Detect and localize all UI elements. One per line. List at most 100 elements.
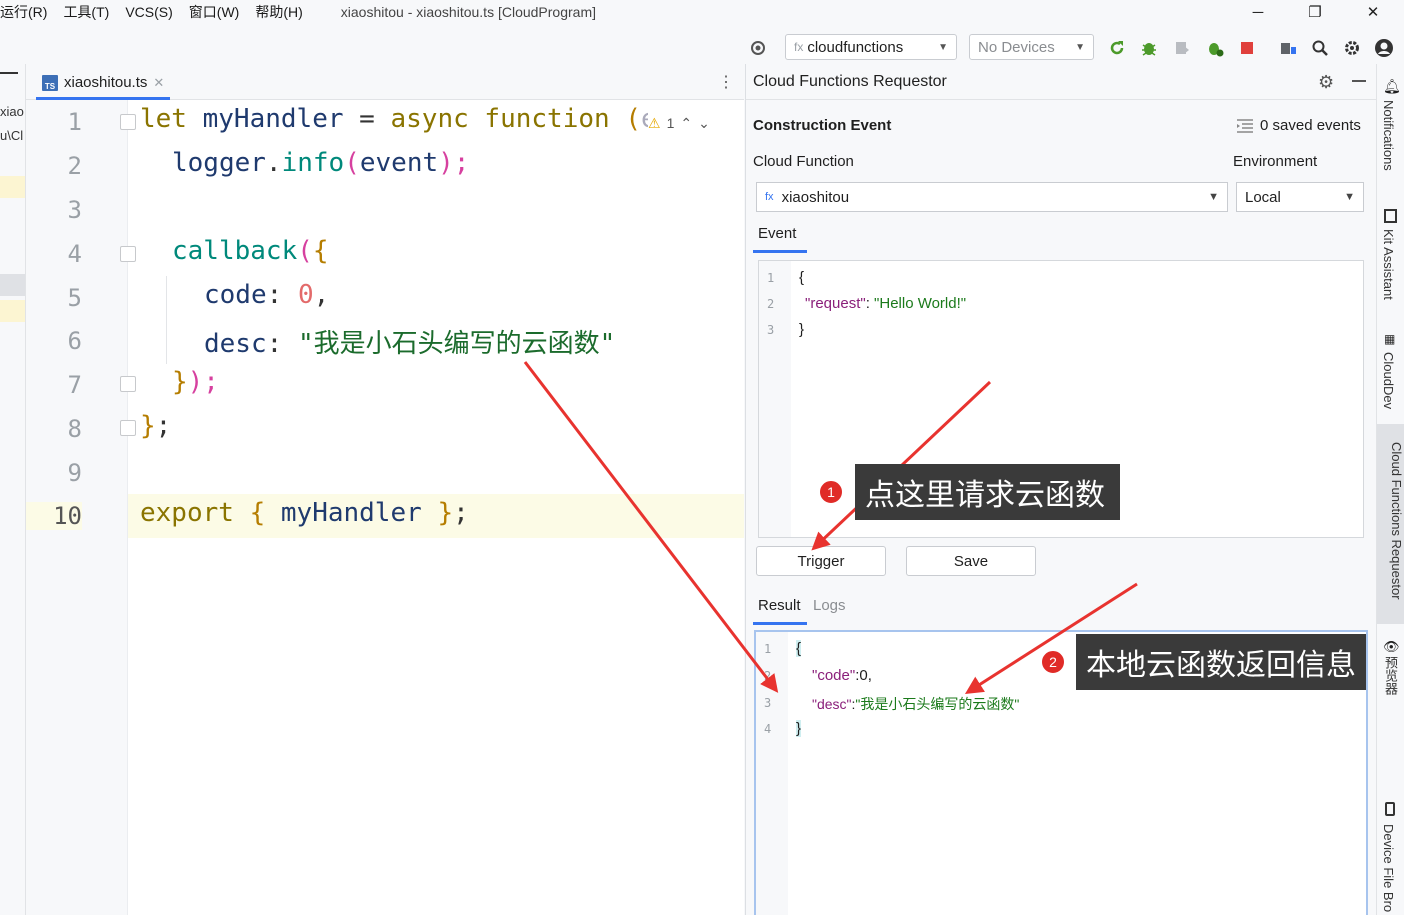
fold-end-icon[interactable] [120,420,136,436]
tool-tab-kit-assistant[interactable]: Kit Assistant [1381,229,1396,300]
save-button[interactable]: Save [906,546,1036,576]
fold-end-icon[interactable] [120,376,136,392]
highlight-marker [0,300,25,322]
previous-highlight-icon[interactable]: ⌃ [680,115,692,132]
bell-icon: 🔔︎ [1383,78,1401,94]
line-number: 9 [67,459,82,487]
cloud-function-select[interactable]: fx xiaoshitou ▼ [756,182,1228,212]
panel-title: Cloud Functions Requestor [753,72,947,90]
menu-help[interactable]: 帮助(H) [247,2,310,22]
search-icon[interactable] [1310,38,1330,58]
menu-bar: 运行(R) 工具(T) VCS(S) 窗口(W) 帮助(H) xiaoshito… [0,0,1404,24]
section-title: Construction Event [753,117,892,134]
json-line: "request": "Hello World!" [805,295,967,312]
cloud-function-value: xiaoshitou [781,188,850,206]
line-number: 4 [67,240,82,268]
target-icon[interactable] [748,38,768,58]
line-number: 5 [67,284,82,312]
line-number: 1 [767,271,775,285]
json-line: { [796,640,802,657]
profile-icon[interactable] [1205,38,1225,58]
editor-gutter: 1 2 3 4 5 6 7 8 9 10 [26,100,128,915]
restore-button[interactable]: ❐ [1292,0,1338,24]
line-number: 4 [764,722,772,736]
hide-panel-icon[interactable] [1352,80,1366,82]
selected-marker [0,274,25,296]
typescript-file-icon: TS [42,74,58,91]
code-line-10: export { myHandler }; [140,498,469,528]
menu-run[interactable]: 运行(R) [0,2,55,22]
code-line-8: }; [140,411,172,441]
line-number: 2 [67,152,82,180]
code-line-1: let myHandler = async function (event [140,104,719,134]
line-number: 8 [67,415,82,443]
json-line: { [799,269,805,286]
account-icon[interactable] [1374,38,1394,58]
project-panel-strip[interactable]: xiao u\Cl [0,64,26,915]
editor-tab-xiaoshitou[interactable]: TS xiaoshitou.ts ✕ [36,68,171,100]
tool-tab-clouddev[interactable]: CloudDev [1381,352,1396,409]
cloud-function-label: Cloud Function [753,153,854,170]
tool-tab-previewer[interactable]: 预览器 [1381,656,1400,695]
device-label: No Devices [978,38,1055,56]
environment-label: Environment [1233,153,1318,170]
close-tab-icon[interactable]: ✕ [153,75,164,91]
indent-guide [166,276,167,364]
attach-debugger-icon[interactable] [1172,38,1192,58]
tab-event[interactable]: Event [758,225,796,242]
menu-window[interactable]: 窗口(W) [181,2,248,22]
tab-logs[interactable]: Logs [813,597,846,614]
environment-select[interactable]: Local ▼ [1236,182,1364,212]
highlight-marker [0,176,25,198]
tab-result[interactable]: Result [758,597,801,614]
minimize-button[interactable]: ─ [1235,0,1281,24]
line-number: 1 [764,642,772,656]
debug-icon[interactable] [1139,38,1159,58]
chevron-down-icon: ▼ [1344,191,1355,203]
settings-icon[interactable] [1342,38,1362,58]
collapse-icon[interactable] [0,72,18,74]
device-select[interactable]: No Devices ▼ [969,34,1094,60]
line-number: 6 [67,327,82,355]
inspection-widget[interactable]: ⚠ 1 ⌃ ⌄ [648,108,740,138]
saved-events-link[interactable]: 0 saved events [1236,117,1361,134]
panel-header: Cloud Functions Requestor ⚙ [746,64,1376,100]
gear-icon[interactable]: ⚙ [1318,72,1334,93]
line-number: 10 [26,502,82,530]
fold-marker-icon[interactable] [120,114,136,130]
menu-vcs[interactable]: VCS(S) [117,4,180,20]
line-number: 7 [67,371,82,399]
tool-tab-notifications[interactable]: Notifications [1381,100,1396,171]
json-line: "code":0, [812,667,872,684]
json-line: } [796,720,802,737]
fold-marker-icon[interactable] [120,246,136,262]
trigger-button[interactable]: Trigger [756,546,886,576]
project-path-fragment: xiao [0,104,24,119]
right-tool-strip: 🔔︎ Notifications Kit Assistant ▦ CloudDe… [1376,64,1404,915]
editor-tab-label: xiaoshitou.ts [64,74,148,91]
more-options-icon[interactable]: ⋮ [718,72,734,92]
tool-tab-device-file-browser[interactable]: Device File Bro [1381,824,1396,912]
code-line-4: callback({ [172,236,329,266]
menu-tools[interactable]: 工具(T) [55,2,117,22]
device-icon [1385,802,1395,816]
project-structure-icon[interactable] [1278,38,1298,58]
chevron-down-icon: ▼ [1208,191,1219,203]
tab-result-indicator [753,622,807,625]
list-icon [1237,118,1253,133]
close-window-button[interactable]: ✕ [1350,0,1396,24]
annotation-callout-2: 本地云函数返回信息 [1076,634,1366,690]
warning-icon: ⚠ [648,114,661,131]
rerun-icon[interactable] [1107,38,1127,58]
line-number: 3 [764,696,772,710]
tab-event-indicator [753,250,807,253]
next-highlight-icon[interactable]: ⌄ [698,115,710,132]
run-config-select[interactable]: fx cloudfunctions ▼ [785,34,957,60]
minimize-icon: ─ [1252,3,1264,21]
json-line: "desc":"我是小石头编写的云函数" [812,696,1020,712]
tool-tab-cloud-functions-requestor[interactable]: Cloud Functions Requestor [1377,424,1404,624]
code-editor[interactable]: 1 2 3 4 5 6 7 8 9 10 let myHandler = asy… [26,100,744,915]
restore-icon: ❐ [1308,4,1322,21]
json-gutter [759,261,791,537]
stop-icon[interactable] [1237,38,1257,58]
